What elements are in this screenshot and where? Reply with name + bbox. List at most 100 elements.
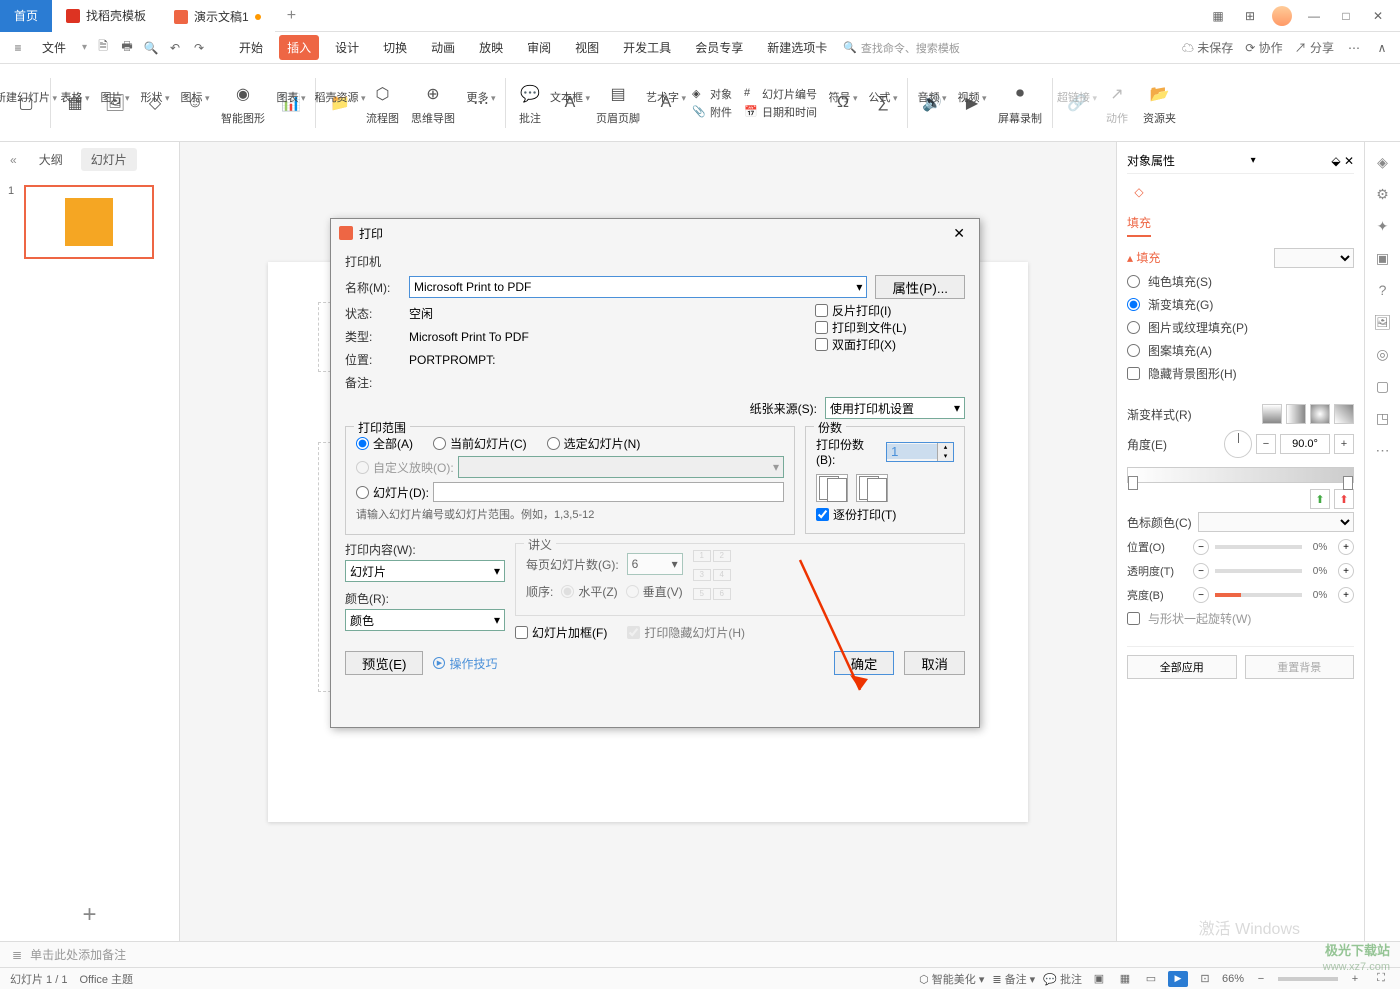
- ribbon-resource[interactable]: 📁稻壳资源: [320, 85, 360, 121]
- add-slide-button[interactable]: +: [0, 889, 179, 941]
- share-button[interactable]: ↗ 分享: [1295, 39, 1334, 56]
- ribbon-image[interactable]: 🖼图片: [95, 85, 135, 121]
- unsaved-indicator[interactable]: ☁ 未保存: [1182, 39, 1233, 56]
- view-reading-icon[interactable]: ▭: [1142, 970, 1160, 988]
- gradient-style-swatch[interactable]: [1334, 404, 1354, 424]
- bright-increase[interactable]: +: [1338, 587, 1354, 603]
- file-menu[interactable]: 文件: [34, 35, 74, 60]
- menu-dev[interactable]: 开发工具: [615, 35, 679, 60]
- solid-fill-radio[interactable]: [1127, 275, 1140, 288]
- ribbon-attach[interactable]: 📎附件: [692, 104, 732, 120]
- zoom-value[interactable]: 66%: [1222, 973, 1244, 985]
- tab-add[interactable]: +: [275, 7, 308, 25]
- angle-dial[interactable]: [1224, 430, 1252, 458]
- gradient-stop[interactable]: [1343, 476, 1353, 490]
- ribbon-smart[interactable]: ◉智能图形: [215, 76, 271, 130]
- sidebar-more-icon[interactable]: ⋯: [1373, 440, 1393, 460]
- range-slides-radio[interactable]: [356, 486, 369, 499]
- range-current-radio[interactable]: [433, 437, 446, 450]
- sidebar-target-icon[interactable]: ◎: [1373, 344, 1393, 364]
- grid-icon[interactable]: ▦: [1204, 4, 1232, 28]
- reset-bg-button[interactable]: 重置背景: [1245, 655, 1355, 679]
- ribbon-screen-record[interactable]: ⏺屏幕录制: [992, 76, 1048, 130]
- bright-decrease[interactable]: −: [1193, 587, 1209, 603]
- ok-button[interactable]: 确定: [834, 651, 895, 675]
- preview-icon[interactable]: 🔍: [143, 40, 159, 56]
- collapse-outline-icon[interactable]: «: [10, 153, 17, 167]
- paper-source-select[interactable]: 使用打印机设置▾: [825, 397, 965, 419]
- ribbon-header-footer[interactable]: ▤页眉页脚: [590, 76, 646, 130]
- pos-decrease[interactable]: −: [1193, 539, 1209, 555]
- ribbon-mindmap[interactable]: ⊕思维导图: [405, 76, 461, 130]
- undo-icon[interactable]: ↶: [167, 40, 183, 56]
- range-all-radio[interactable]: [356, 437, 369, 450]
- ribbon-audio[interactable]: 🔊音频: [912, 85, 952, 121]
- menu-slideshow[interactable]: 放映: [471, 35, 511, 60]
- trans-increase[interactable]: +: [1338, 563, 1354, 579]
- ribbon-new-slide[interactable]: ▢新建幻灯片: [6, 85, 46, 121]
- redo-icon[interactable]: ↷: [191, 40, 207, 56]
- slideshow-button[interactable]: ▶: [1168, 971, 1188, 987]
- slide-thumbnail-1[interactable]: 1: [8, 185, 171, 259]
- copies-spinner[interactable]: ▴▾: [886, 442, 954, 462]
- tab-template[interactable]: 找稻壳模板: [52, 0, 160, 32]
- ribbon-comment[interactable]: 💬批注: [510, 76, 550, 130]
- ribbon-more[interactable]: ⋯更多: [461, 85, 501, 121]
- notes-toggle[interactable]: ≣ 备注 ▾: [992, 971, 1035, 987]
- picture-fill-radio[interactable]: [1127, 321, 1140, 334]
- view-normal-icon[interactable]: ▣: [1090, 970, 1108, 988]
- zoom-out-icon[interactable]: −: [1252, 970, 1270, 988]
- ribbon-icon[interactable]: ☺图标: [175, 85, 215, 121]
- trans-slider[interactable]: [1215, 569, 1302, 573]
- tab-home[interactable]: 首页: [0, 0, 52, 32]
- close-panel-icon[interactable]: ✕: [1344, 154, 1354, 168]
- comments-toggle[interactable]: 💬 批注: [1043, 971, 1082, 987]
- beautify-button[interactable]: ⬡ 智能美化 ▾: [919, 971, 984, 987]
- view-sorter-icon[interactable]: ▦: [1116, 970, 1134, 988]
- outline-tab-outline[interactable]: 大纲: [29, 148, 73, 171]
- bright-slider[interactable]: [1215, 593, 1302, 597]
- rotate-with-shape-checkbox[interactable]: [1127, 612, 1140, 625]
- ribbon-table[interactable]: ▦表格: [55, 85, 95, 121]
- ribbon-flowchart[interactable]: ⬡流程图: [360, 76, 405, 130]
- copies-down[interactable]: ▾: [937, 452, 953, 461]
- sidebar-image-icon[interactable]: 🖼: [1373, 312, 1393, 332]
- ribbon-datetime[interactable]: 📅日期和时间: [744, 104, 817, 120]
- outline-tab-slides[interactable]: 幻灯片: [81, 148, 137, 171]
- sidebar-layout-icon[interactable]: ▣: [1373, 248, 1393, 268]
- menu-transition[interactable]: 切换: [375, 35, 415, 60]
- menu-newtab[interactable]: 新建选项卡: [759, 35, 835, 60]
- ribbon-resource-pane[interactable]: 📂资源夹: [1137, 76, 1182, 130]
- gradient-fill-radio[interactable]: [1127, 298, 1140, 311]
- cancel-button[interactable]: 取消: [904, 651, 965, 675]
- pin-icon[interactable]: ⬙: [1331, 154, 1340, 168]
- sidebar-square-icon[interactable]: ▢: [1373, 376, 1393, 396]
- printer-name-select[interactable]: Microsoft Print to PDF▾: [409, 276, 867, 298]
- hide-bg-checkbox[interactable]: [1127, 367, 1140, 380]
- ribbon-hyperlink[interactable]: 🔗超链接: [1057, 85, 1097, 121]
- gradient-bar[interactable]: [1127, 467, 1354, 483]
- reverse-print-checkbox[interactable]: [815, 304, 828, 317]
- ribbon-shape[interactable]: ◇形状: [135, 85, 175, 121]
- ribbon-textbox[interactable]: A文本框: [550, 85, 590, 121]
- menu-animation[interactable]: 动画: [423, 35, 463, 60]
- maximize-button[interactable]: □: [1332, 4, 1360, 28]
- gradient-style-swatch[interactable]: [1310, 404, 1330, 424]
- angle-increase[interactable]: +: [1334, 434, 1354, 454]
- copies-up[interactable]: ▴: [937, 443, 953, 452]
- ribbon-formula[interactable]: ∑公式: [863, 85, 903, 121]
- gradient-stop[interactable]: [1128, 476, 1138, 490]
- apps-icon[interactable]: ⊞: [1236, 4, 1264, 28]
- print-content-select[interactable]: 幻灯片▾: [345, 560, 505, 582]
- range-selection-radio[interactable]: [547, 437, 560, 450]
- gradient-style-swatch[interactable]: [1262, 404, 1282, 424]
- collab-button[interactable]: ⟳ 协作: [1245, 39, 1282, 56]
- preview-button[interactable]: 预览(E): [345, 651, 423, 675]
- tips-link[interactable]: ▶操作技巧: [433, 655, 497, 672]
- pos-slider[interactable]: [1215, 545, 1302, 549]
- dialog-titlebar[interactable]: 打印 ✕: [331, 219, 979, 247]
- fit-icon[interactable]: ⊡: [1196, 970, 1214, 988]
- zoom-slider[interactable]: [1278, 977, 1338, 981]
- remove-stop-icon[interactable]: ⬆: [1334, 489, 1354, 509]
- minimize-button[interactable]: ―: [1300, 4, 1328, 28]
